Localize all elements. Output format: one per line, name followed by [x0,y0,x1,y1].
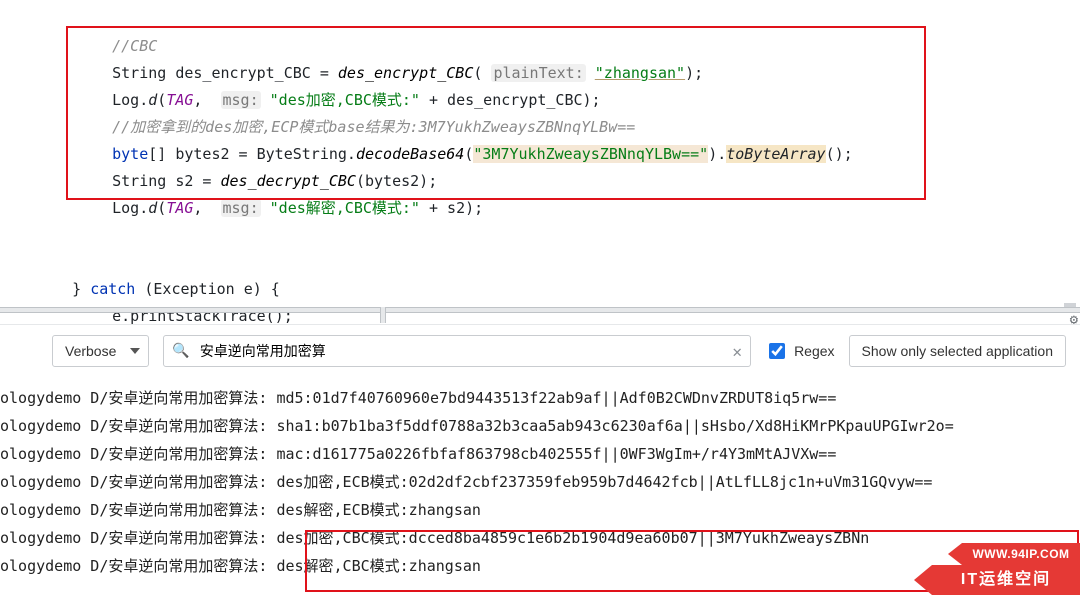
watermark-url: WWW.94IP.COM [962,543,1080,565]
log-level-label: Verbose [65,343,116,359]
method-name: d [148,199,157,217]
fn-name: des_encrypt_CBC [338,64,473,82]
comment-text: //加密拿到的des加密,ECP模式base结果为:3M7YukhZweaysZ… [112,118,635,136]
code-line [36,222,1080,249]
regex-checkbox[interactable] [769,343,785,359]
paren: ( [157,91,166,109]
clear-icon[interactable]: ✕ [732,342,742,361]
paren: ( [473,64,491,82]
code-text: String des_encrypt_CBC = [112,64,338,82]
code-text: (Exception e) { [135,280,280,298]
method-name: d [148,91,157,109]
code-text: + des_encrypt_CBC); [420,91,601,109]
splitter-handle[interactable] [1064,303,1076,307]
watermark-title: IT运维空间 [932,565,1080,595]
log-msg: mac:d161775a0226fbfaf863798cb402555f||0W… [276,445,836,463]
log-prefix: ologydemo D/安卓逆向常用加密算法: [0,501,276,519]
log-msg: md5:01d7f40760960e7bd9443513f22ab9af||Ad… [276,389,836,407]
tag-ref: TAG [166,199,193,217]
code-text: ); [685,64,703,82]
code-text: [] bytes2 = ByteString. [148,145,356,163]
chevron-down-icon [130,348,140,354]
horizontal-splitter[interactable] [0,307,1080,313]
code-editor[interactable]: //CBC String des_encrypt_CBC = des_encry… [0,0,1080,307]
method-name: toByteArray [726,145,825,163]
comma: , [193,199,220,217]
log-search-box[interactable]: 🔍 ✕ [163,335,751,367]
string-literal: "des解密,CBC模式:" [270,199,420,217]
log-line: ologydemo D/安卓逆向常用加密算法: md5:01d7f4076096… [0,384,1080,412]
string-literal: "zhangsan" [595,64,685,82]
keyword: catch [90,280,135,298]
log-prefix: ologydemo D/安卓逆向常用加密算法: [0,445,276,463]
log-msg: des解密,ECB模式:zhangsan [276,501,481,519]
log-prefix: ologydemo D/安卓逆向常用加密算法: [0,389,276,407]
log-line: ologydemo D/安卓逆向常用加密算法: des加密,ECB模式:02d2… [0,468,1080,496]
code-text: (bytes2); [356,172,437,190]
log-line: ologydemo D/安卓逆向常用加密算法: sha1:b07b1ba3f5d… [0,412,1080,440]
log-msg: des解密,CBC模式:zhangsan [276,557,481,575]
code-text: Log. [112,91,148,109]
paren: ( [157,199,166,217]
code-line: } catch (Exception e) { [36,249,1080,276]
param-hint: msg: [221,199,261,217]
vertical-splitter[interactable] [380,307,386,323]
log-search-input[interactable] [198,342,725,360]
code-text: String s2 = [112,172,220,190]
brace: } [72,280,90,298]
log-msg: des加密,ECB模式:02d2df2cbf237359feb959b7d464… [276,473,932,491]
log-level-combo[interactable]: Verbose [52,335,149,367]
log-prefix: ologydemo D/安卓逆向常用加密算法: [0,417,276,435]
code-line: //CBC [36,0,1080,33]
log-prefix: ologydemo D/安卓逆向常用加密算法: [0,557,276,575]
param-hint: msg: [221,91,261,109]
log-output[interactable]: ologydemo D/安卓逆向常用加密算法: md5:01d7f4076096… [0,378,1080,580]
code-text: (); [826,145,853,163]
logcat-toolbar: Verbose 🔍 ✕ Regex Show only selected app… [0,324,1080,378]
log-msg: des加密,CBC模式:dcced8ba4859c1e6b2b1904d9ea6… [276,529,869,547]
regex-toggle[interactable]: Regex [765,340,834,362]
log-prefix: ologydemo D/安卓逆向常用加密算法: [0,473,276,491]
log-line: ologydemo D/安卓逆向常用加密算法: mac:d161775a0226… [0,440,1080,468]
search-icon: 🔍 [172,343,189,359]
code-text: Log. [112,199,148,217]
paren: ). [708,145,726,163]
fn-name: decodeBase64 [356,145,464,163]
code-line: String des_encrypt_CBC = des_encrypt_CBC… [36,33,1080,60]
log-prefix: ologydemo D/安卓逆向常用加密算法: [0,529,276,547]
param-hint: plainText: [491,64,585,82]
tag-ref: TAG [166,91,193,109]
keyword: byte [112,145,148,163]
log-line: ologydemo D/安卓逆向常用加密算法: des加密,CBC模式:dcce… [0,524,1080,552]
app-filter-combo[interactable]: Show only selected application [849,335,1066,367]
comma: , [193,91,220,109]
string-literal: "des加密,CBC模式:" [270,91,420,109]
string-literal: "3M7YukhZweaysZBNnqYLBw==" [473,145,708,163]
log-line: ologydemo D/安卓逆向常用加密算法: des解密,ECB模式:zhan… [0,496,1080,524]
code-text: + s2); [420,199,483,217]
log-msg: sha1:b07b1ba3f5ddf0788a32b3caa5ab943c623… [276,417,953,435]
regex-label: Regex [794,343,834,359]
fn-name: des_decrypt_CBC [221,172,356,190]
app-filter-label: Show only selected application [862,343,1053,359]
comment-text: //CBC [112,37,157,55]
